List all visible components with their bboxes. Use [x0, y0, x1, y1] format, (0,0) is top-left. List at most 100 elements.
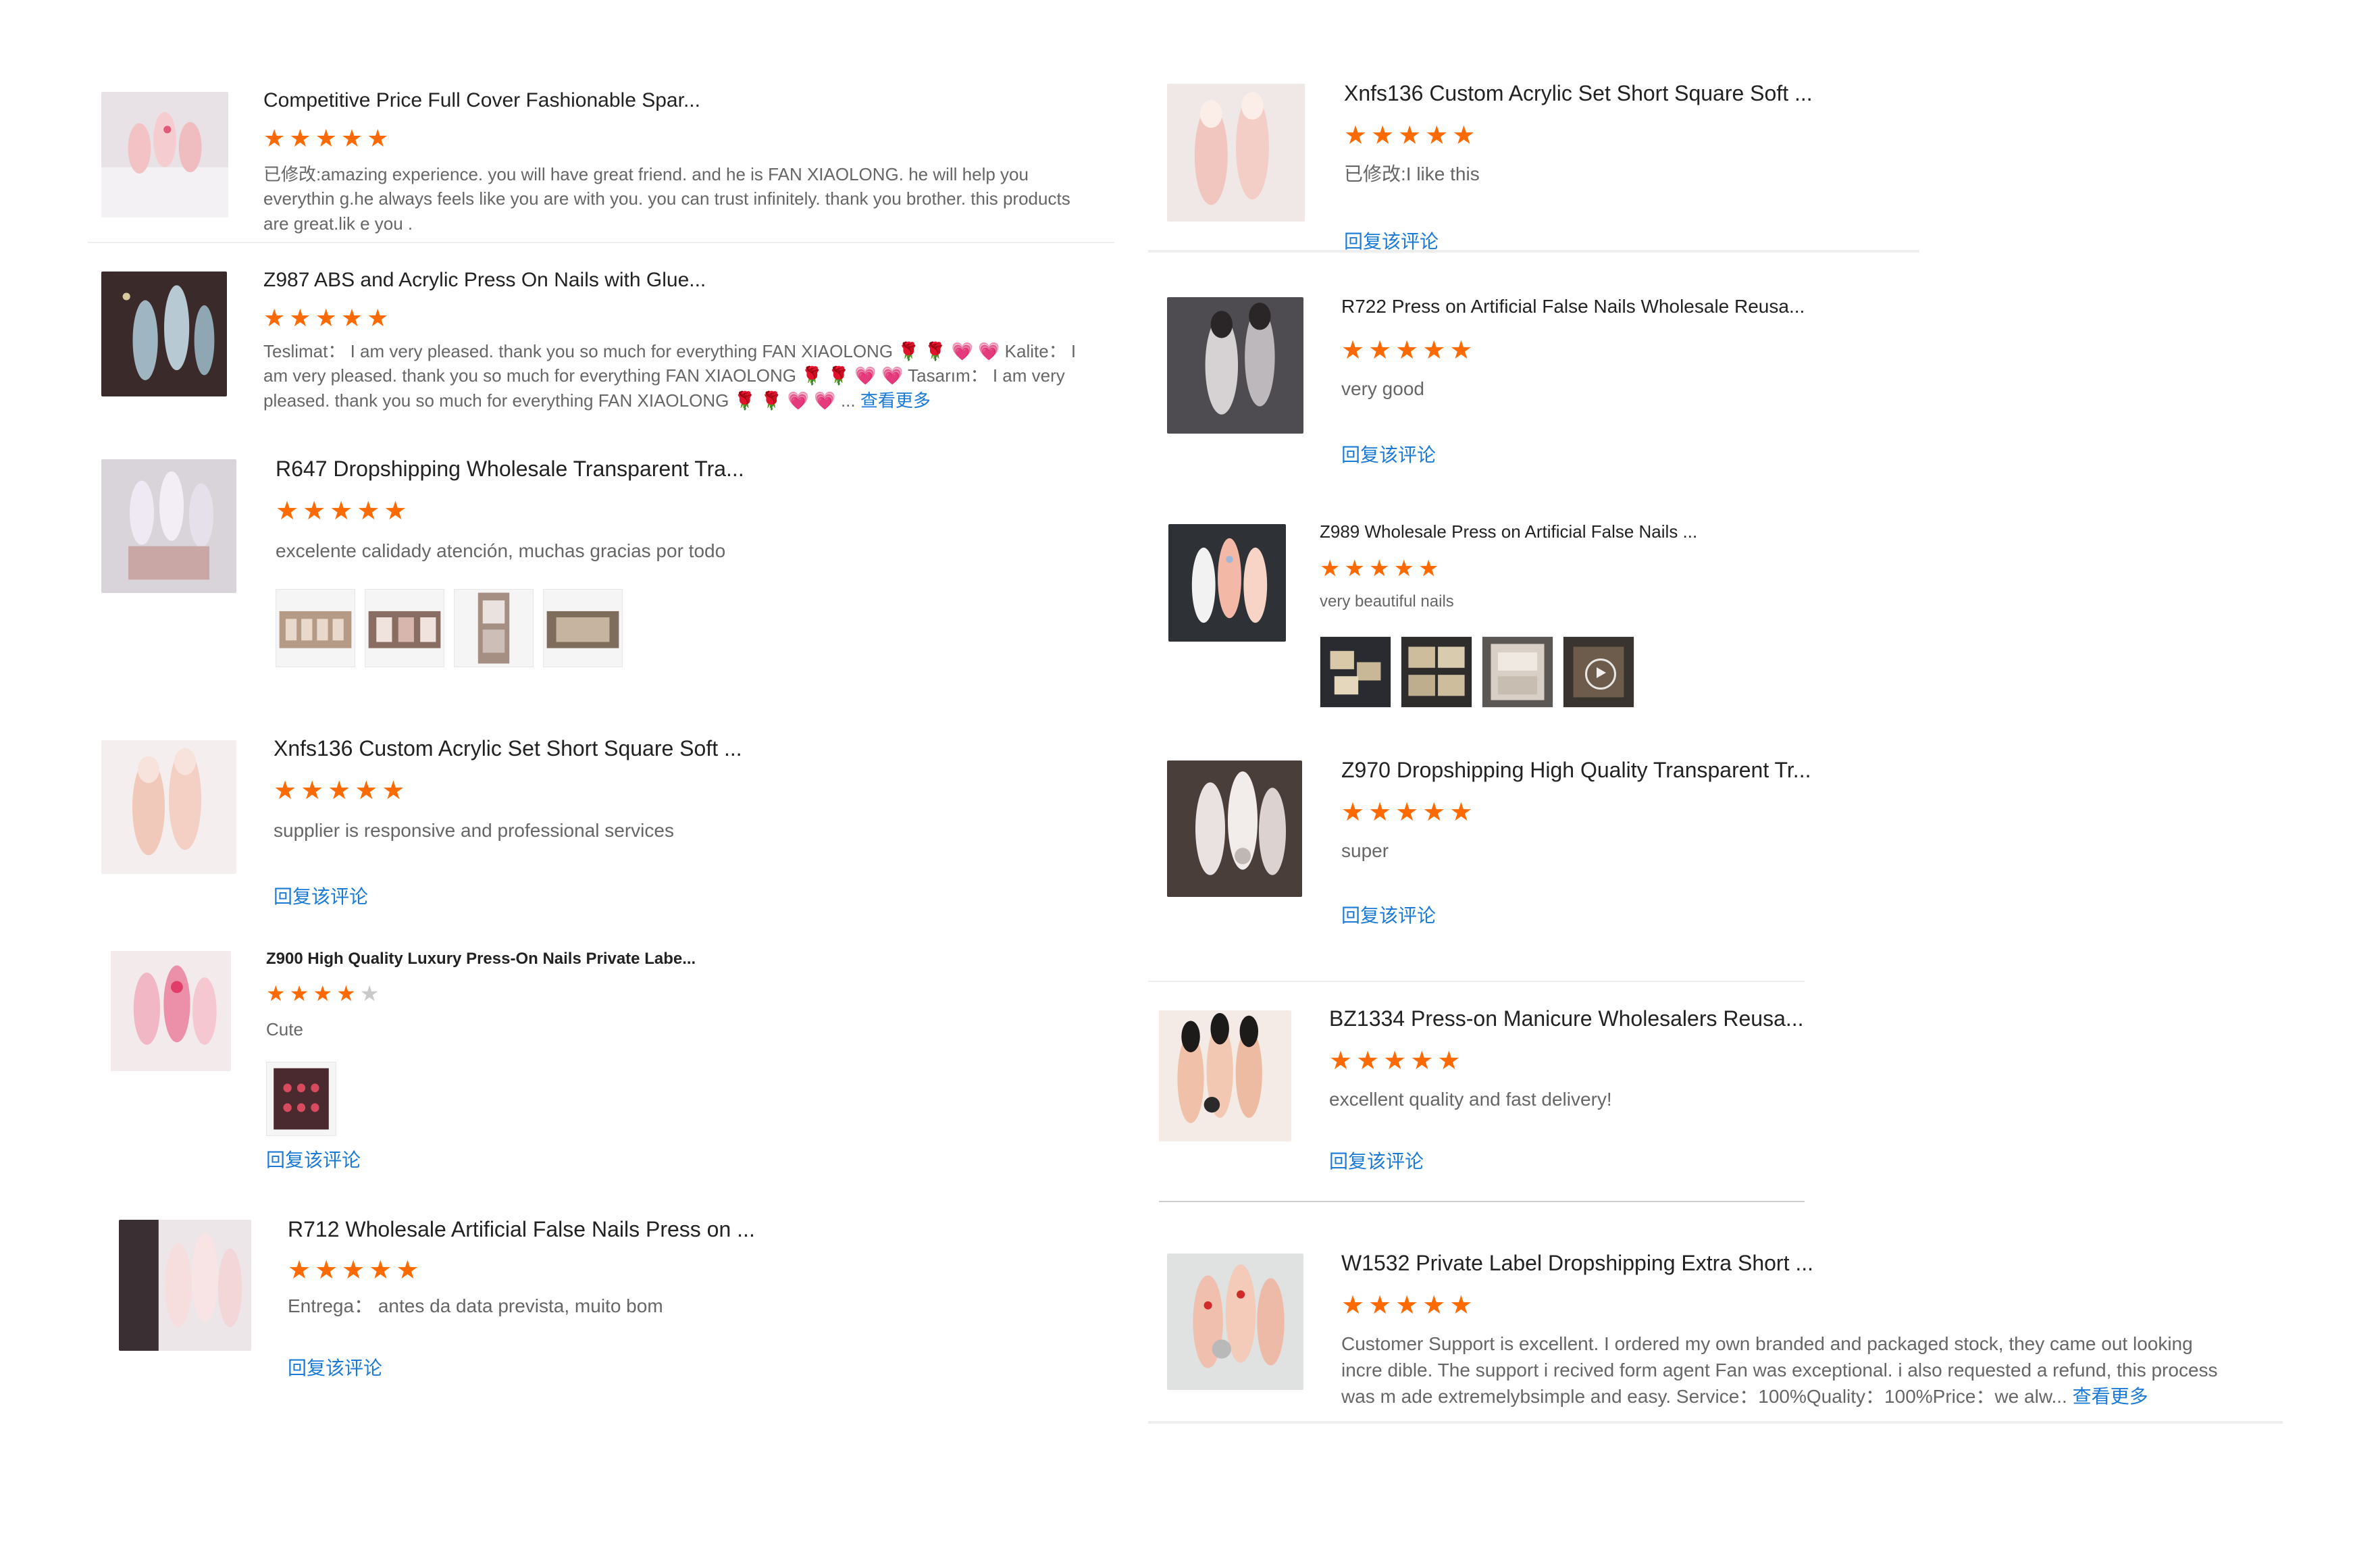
- product-title[interactable]: BZ1334 Press-on Manicure Wholesalers Reu…: [1329, 1006, 1804, 1031]
- play-icon: [1585, 659, 1616, 690]
- star-filled-icon: ★: [1449, 1291, 1477, 1320]
- divider: [88, 242, 1114, 243]
- star-filled-icon: ★: [315, 304, 341, 332]
- star-empty-icon: ★: [359, 981, 384, 1006]
- star-filled-icon: ★: [369, 1256, 396, 1285]
- review-text: Customer Support is excellent. I ordered…: [1341, 1331, 2233, 1410]
- product-title[interactable]: R722 Press on Artificial False Nails Who…: [1341, 296, 1805, 317]
- review-photo[interactable]: [1482, 636, 1553, 708]
- product-title[interactable]: W1532 Private Label Dropshipping Extra S…: [1341, 1251, 1813, 1276]
- star-rating: ★★★★★: [263, 304, 392, 332]
- reply-to-review-link[interactable]: 回复该评论: [1341, 901, 1436, 928]
- product-title[interactable]: Z989 Wholesale Press on Artificial False…: [1320, 521, 1697, 542]
- product-title[interactable]: Xnfs136 Custom Acrylic Set Short Square …: [1344, 81, 1813, 106]
- star-filled-icon: ★: [382, 777, 409, 805]
- star-filled-icon: ★: [1341, 798, 1369, 827]
- star-filled-icon: ★: [357, 497, 384, 525]
- product-thumbnail[interactable]: [1167, 1254, 1303, 1390]
- product-thumbnail[interactable]: [101, 740, 236, 874]
- star-filled-icon: ★: [1452, 122, 1480, 150]
- star-filled-icon: ★: [276, 497, 303, 525]
- star-filled-icon: ★: [263, 124, 290, 152]
- product-thumbnail[interactable]: [101, 459, 236, 593]
- star-filled-icon: ★: [1395, 336, 1423, 365]
- star-filled-icon: ★: [1344, 556, 1369, 582]
- star-filled-icon: ★: [289, 304, 315, 332]
- star-rating: ★★★★★: [276, 496, 411, 526]
- star-filled-icon: ★: [340, 124, 367, 152]
- reply-to-review-link[interactable]: 回复该评论: [288, 1353, 382, 1381]
- star-filled-icon: ★: [266, 981, 290, 1006]
- star-filled-icon: ★: [1368, 336, 1396, 365]
- star-filled-icon: ★: [1422, 336, 1450, 365]
- star-filled-icon: ★: [396, 1256, 423, 1285]
- see-more-link[interactable]: 查看更多: [2073, 1386, 2148, 1407]
- review-photo[interactable]: [365, 589, 444, 667]
- star-filled-icon: ★: [1395, 798, 1423, 827]
- reply-to-review-link[interactable]: 回复该评论: [1329, 1147, 1424, 1174]
- review-photos: [266, 1062, 336, 1136]
- star-filled-icon: ★: [1449, 798, 1477, 827]
- product-title[interactable]: Z900 High Quality Luxury Press-On Nails …: [266, 950, 696, 969]
- product-title[interactable]: Z987 ABS and Acrylic Press On Nails with…: [263, 269, 706, 292]
- star-filled-icon: ★: [263, 304, 290, 332]
- review-photo[interactable]: [543, 589, 623, 667]
- product-title[interactable]: Z970 Dropshipping High Quality Transpare…: [1341, 758, 1811, 783]
- divider: [1148, 1421, 2283, 1424]
- star-filled-icon: ★: [367, 304, 393, 332]
- star-filled-icon: ★: [1368, 798, 1396, 827]
- star-filled-icon: ★: [355, 777, 382, 805]
- product-title[interactable]: R712 Wholesale Artificial False Nails Pr…: [288, 1217, 755, 1242]
- review-video[interactable]: [1563, 636, 1634, 708]
- star-filled-icon: ★: [1393, 556, 1418, 582]
- review-photo[interactable]: [276, 589, 355, 667]
- star-filled-icon: ★: [336, 981, 360, 1006]
- star-filled-icon: ★: [303, 497, 330, 525]
- review-text: Teslimat： I am very pleased. thank you s…: [263, 339, 1094, 413]
- star-filled-icon: ★: [328, 777, 355, 805]
- review-photo[interactable]: [1401, 636, 1472, 708]
- reply-to-review-link[interactable]: 回复该评论: [266, 1145, 361, 1172]
- divider: [1148, 250, 1919, 253]
- review-text: Entrega： antes da data prevista, muito b…: [288, 1295, 663, 1316]
- star-filled-icon: ★: [1383, 1047, 1411, 1075]
- product-title[interactable]: Competitive Price Full Cover Fashionable…: [263, 89, 700, 112]
- star-filled-icon: ★: [301, 777, 328, 805]
- star-rating: ★★★★★: [274, 775, 409, 806]
- star-filled-icon: ★: [1368, 1291, 1396, 1320]
- review-photo[interactable]: [266, 1062, 336, 1136]
- product-thumbnail[interactable]: [1168, 524, 1286, 642]
- product-title[interactable]: Xnfs136 Custom Acrylic Set Short Square …: [274, 736, 742, 761]
- star-filled-icon: ★: [1368, 556, 1394, 582]
- review-text: supplier is responsive and professional …: [274, 820, 674, 841]
- star-filled-icon: ★: [288, 1256, 315, 1285]
- see-more-link[interactable]: 查看更多: [860, 390, 931, 411]
- star-rating: ★★★★★: [1344, 120, 1479, 151]
- star-filled-icon: ★: [330, 497, 357, 525]
- product-thumbnail[interactable]: [111, 951, 231, 1071]
- review-photos: [1320, 636, 1634, 708]
- star-filled-icon: ★: [1341, 1291, 1369, 1320]
- product-thumbnail[interactable]: [101, 272, 227, 396]
- star-rating: ★★★★★: [263, 124, 392, 153]
- review-photo[interactable]: [1320, 636, 1391, 708]
- reply-to-review-link[interactable]: 回复该评论: [274, 882, 368, 909]
- product-thumbnail[interactable]: [1167, 297, 1303, 434]
- reply-to-review-link[interactable]: 回复该评论: [1341, 440, 1436, 467]
- product-thumbnail[interactable]: [1159, 1010, 1291, 1141]
- product-title[interactable]: R647 Dropshipping Wholesale Transparent …: [276, 457, 744, 482]
- star-filled-icon: ★: [1320, 556, 1345, 582]
- review-text: excellent quality and fast delivery!: [1329, 1089, 1612, 1110]
- review-photo[interactable]: [454, 589, 534, 667]
- product-thumbnail[interactable]: [101, 92, 228, 217]
- product-thumbnail[interactable]: [1167, 760, 1302, 897]
- star-filled-icon: ★: [1422, 1291, 1450, 1320]
- star-filled-icon: ★: [1425, 122, 1453, 150]
- star-rating: ★★★★★: [1329, 1046, 1464, 1076]
- product-thumbnail[interactable]: [119, 1220, 251, 1351]
- star-filled-icon: ★: [1449, 336, 1477, 365]
- product-thumbnail[interactable]: [1167, 84, 1305, 222]
- review-text: Cute: [266, 1019, 303, 1039]
- divider: [1148, 981, 1805, 982]
- star-rating: ★★★★★: [1341, 335, 1476, 365]
